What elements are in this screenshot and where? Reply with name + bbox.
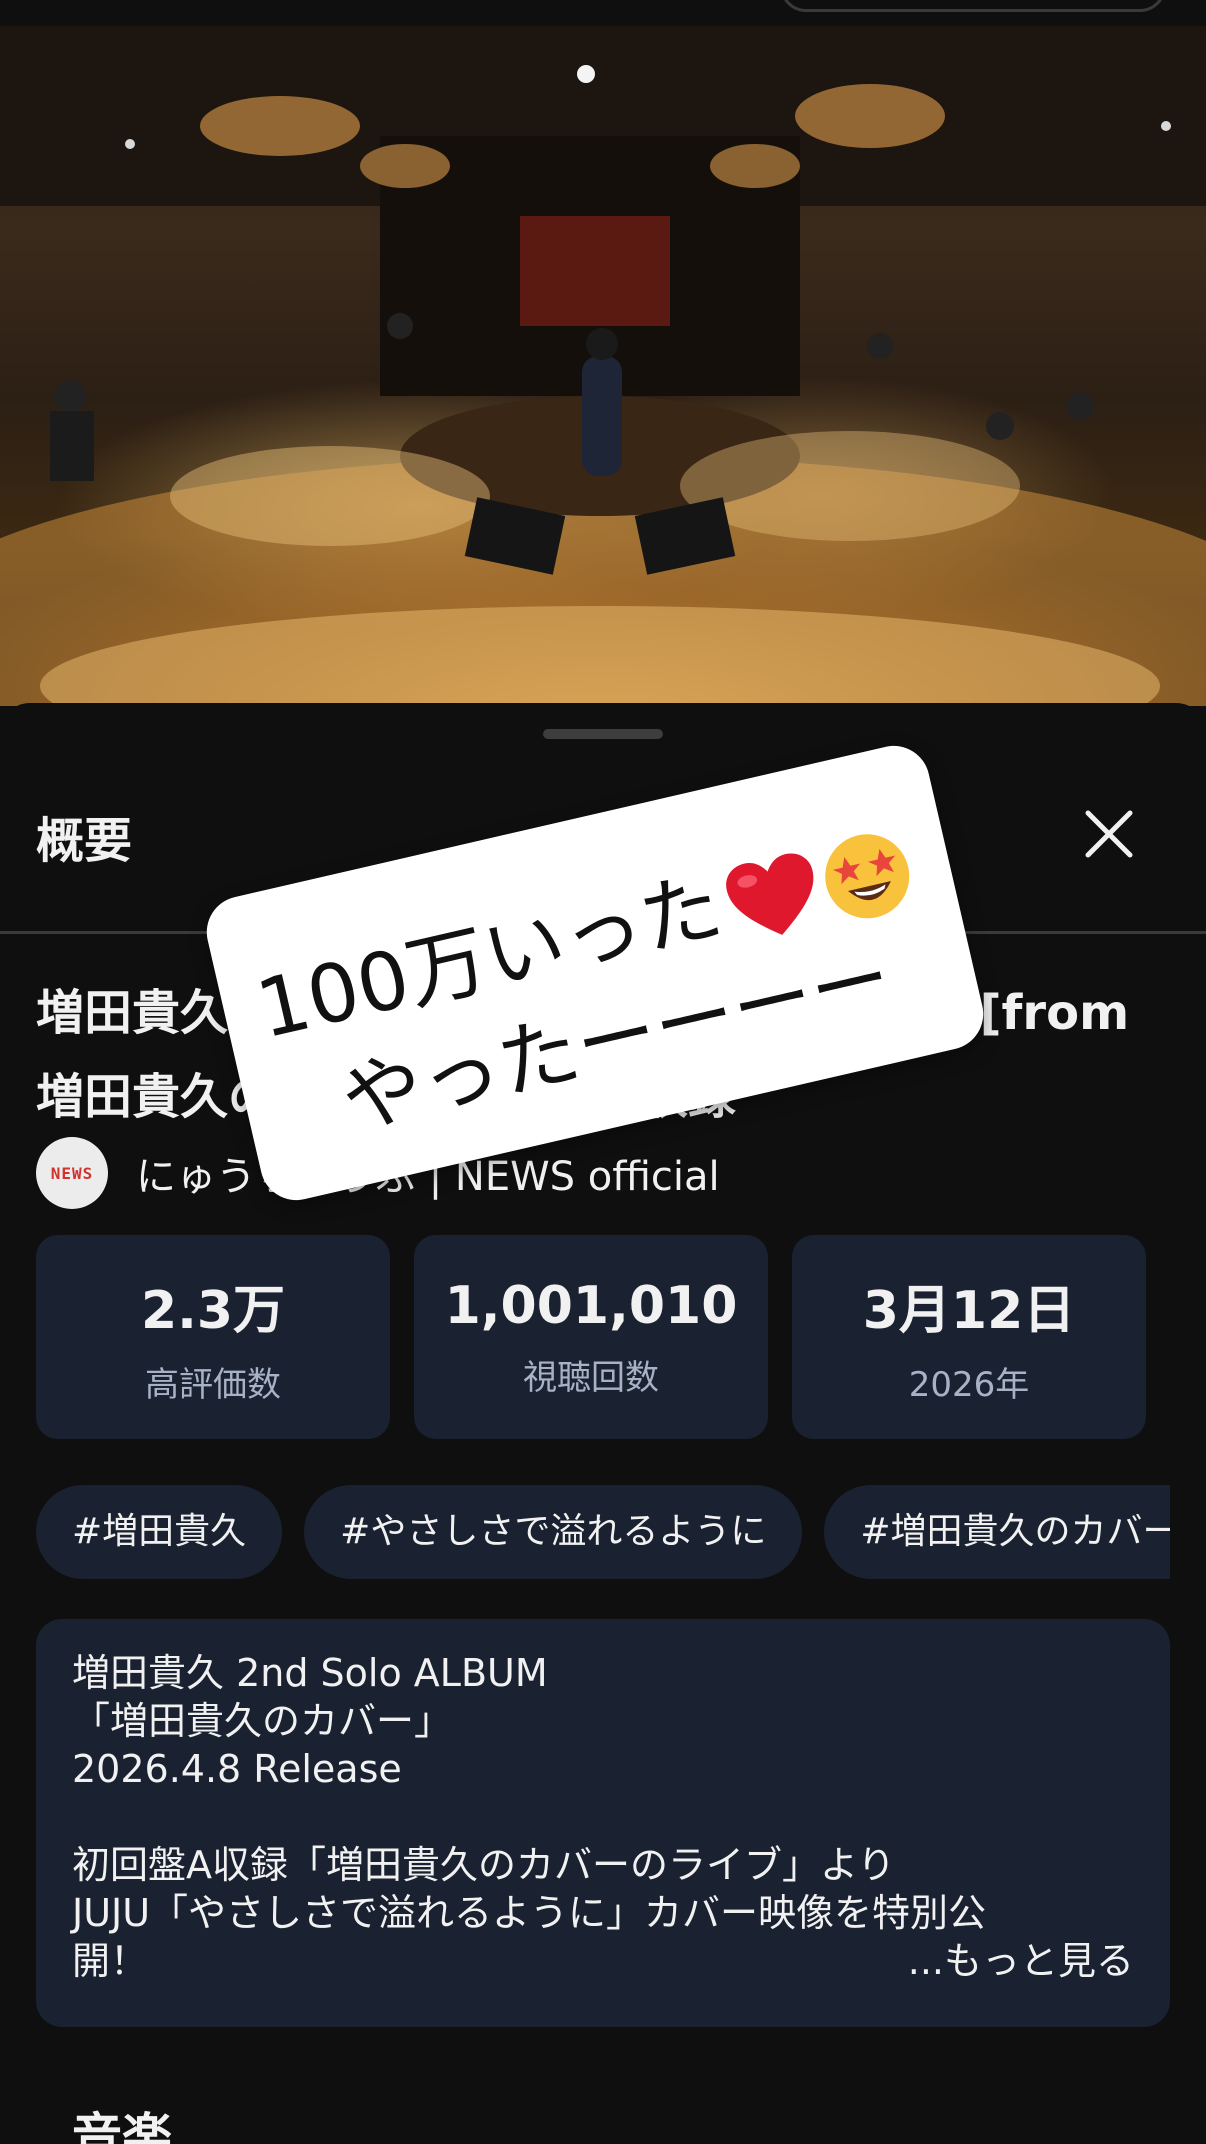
video-frame-concert bbox=[0, 26, 1206, 706]
top-bar bbox=[0, 0, 1206, 26]
stat-card-likes: 2.3万 高評価数 bbox=[36, 1235, 390, 1439]
channel-avatar[interactable]: NEWS bbox=[36, 1137, 108, 1209]
hashtag-chip[interactable]: #増田貴久 bbox=[36, 1485, 283, 1579]
sheet-drag-handle[interactable] bbox=[543, 729, 663, 739]
stat-value: 3月12日 bbox=[862, 1281, 1076, 1341]
stats-row: 2.3万 高評価数 1,001,010 視聴回数 3月12日 2026年 bbox=[36, 1235, 1146, 1439]
stat-label: 2026年 bbox=[908, 1365, 1030, 1405]
show-more-link[interactable]: ...もっと見る bbox=[908, 1937, 1134, 1985]
description-box[interactable]: 増田貴久 2nd Solo ALBUM 「増田貴久のカバー」 2026.4.8 … bbox=[36, 1619, 1170, 2027]
stat-value: 1,001,010 bbox=[444, 1275, 738, 1336]
video-player[interactable] bbox=[0, 26, 1206, 706]
stat-card-date: 3月12日 2026年 bbox=[792, 1235, 1146, 1439]
top-pill-button[interactable] bbox=[780, 0, 1166, 12]
stat-label: 高評価数 bbox=[145, 1365, 281, 1405]
description-text: 増田貴久 2nd Solo ALBUM 「増田貴久のカバー」 2026.4.8 … bbox=[72, 1651, 987, 1983]
section-heading-music: 音楽 bbox=[72, 2108, 172, 2144]
sheet-title: 概要 bbox=[36, 813, 133, 869]
hashtag-row: #増田貴久 #やさしさで溢れるように #増田貴久のカバー bbox=[36, 1485, 1170, 1581]
hashtag-chip[interactable]: #増田貴久のカバー bbox=[824, 1485, 1170, 1579]
close-button[interactable] bbox=[1080, 805, 1138, 863]
close-icon bbox=[1085, 810, 1133, 858]
stat-value: 2.3万 bbox=[140, 1281, 286, 1341]
screen: 概要 増田貴久「やさしさで溢れるように」Live [from 増田貴久のカバー]… bbox=[0, 0, 1206, 2144]
stat-label: 視聴回数 bbox=[523, 1357, 659, 1398]
hashtag-chip[interactable]: #やさしさで溢れるように bbox=[304, 1485, 803, 1579]
stat-card-views: 1,001,010 視聴回数 bbox=[414, 1235, 768, 1439]
